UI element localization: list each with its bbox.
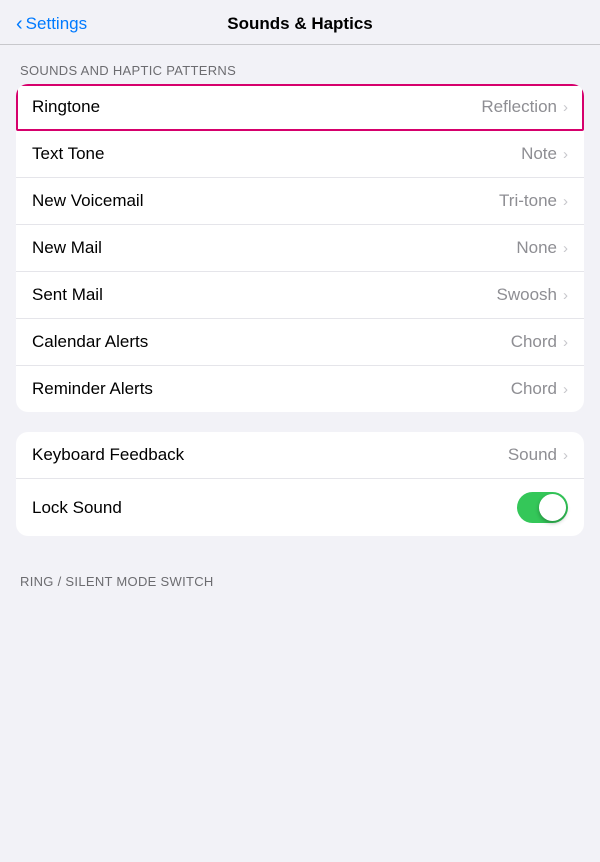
- reminder-alerts-chevron-icon: ›: [563, 381, 568, 398]
- keyboard-feedback-row[interactable]: Keyboard Feedback Sound ›: [16, 432, 584, 479]
- new-mail-label: New Mail: [32, 238, 102, 258]
- keyboard-feedback-value: Sound: [508, 445, 557, 465]
- back-label: Settings: [26, 14, 87, 34]
- text-tone-row[interactable]: Text Tone Note ›: [16, 131, 584, 178]
- ringtone-label: Ringtone: [32, 97, 100, 117]
- ringtone-row[interactable]: Ringtone Reflection ›: [16, 84, 584, 131]
- new-mail-chevron-icon: ›: [563, 240, 568, 257]
- navigation-header: ‹ Settings Sounds & Haptics: [0, 0, 600, 45]
- page-title: Sounds & Haptics: [227, 14, 372, 34]
- feedback-card: Keyboard Feedback Sound › Lock Sound: [16, 432, 584, 536]
- new-mail-value-container: None ›: [516, 238, 568, 258]
- lock-sound-toggle[interactable]: [517, 492, 568, 523]
- calendar-alerts-value-container: Chord ›: [511, 332, 568, 352]
- new-voicemail-row[interactable]: New Voicemail Tri-tone ›: [16, 178, 584, 225]
- text-tone-chevron-icon: ›: [563, 146, 568, 163]
- text-tone-label: Text Tone: [32, 144, 104, 164]
- keyboard-feedback-label: Keyboard Feedback: [32, 445, 184, 465]
- calendar-alerts-value: Chord: [511, 332, 557, 352]
- back-button[interactable]: ‹ Settings: [16, 13, 87, 36]
- lock-sound-row: Lock Sound: [16, 479, 584, 536]
- ringtone-value: Reflection: [481, 97, 557, 117]
- toggle-knob: [539, 494, 566, 521]
- sent-mail-row[interactable]: Sent Mail Swoosh ›: [16, 272, 584, 319]
- sounds-patterns-section-label: SOUNDS AND HAPTIC PATTERNS: [0, 45, 600, 84]
- new-mail-row[interactable]: New Mail None ›: [16, 225, 584, 272]
- ringtone-value-container: Reflection ›: [481, 97, 568, 117]
- ring-silent-section-label: RING / SILENT MODE SWITCH: [0, 556, 600, 595]
- reminder-alerts-row[interactable]: Reminder Alerts Chord ›: [16, 366, 584, 412]
- sounds-patterns-card: Ringtone Reflection › Text Tone Note › N…: [16, 84, 584, 412]
- reminder-alerts-value: Chord: [511, 379, 557, 399]
- ringtone-chevron-icon: ›: [563, 99, 568, 116]
- back-chevron-icon: ‹: [16, 13, 23, 36]
- reminder-alerts-value-container: Chord ›: [511, 379, 568, 399]
- keyboard-feedback-chevron-icon: ›: [563, 447, 568, 464]
- new-voicemail-value-container: Tri-tone ›: [499, 191, 568, 211]
- sent-mail-value: Swoosh: [497, 285, 557, 305]
- text-tone-value: Note: [521, 144, 557, 164]
- calendar-alerts-label: Calendar Alerts: [32, 332, 148, 352]
- keyboard-feedback-value-container: Sound ›: [508, 445, 568, 465]
- lock-sound-label: Lock Sound: [32, 498, 122, 518]
- sent-mail-label: Sent Mail: [32, 285, 103, 305]
- sent-mail-value-container: Swoosh ›: [497, 285, 568, 305]
- calendar-alerts-chevron-icon: ›: [563, 334, 568, 351]
- text-tone-value-container: Note ›: [521, 144, 568, 164]
- new-voicemail-value: Tri-tone: [499, 191, 557, 211]
- reminder-alerts-label: Reminder Alerts: [32, 379, 153, 399]
- new-voicemail-label: New Voicemail: [32, 191, 144, 211]
- new-voicemail-chevron-icon: ›: [563, 193, 568, 210]
- sent-mail-chevron-icon: ›: [563, 287, 568, 304]
- new-mail-value: None: [516, 238, 557, 258]
- calendar-alerts-row[interactable]: Calendar Alerts Chord ›: [16, 319, 584, 366]
